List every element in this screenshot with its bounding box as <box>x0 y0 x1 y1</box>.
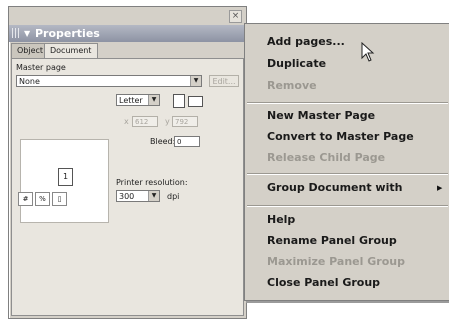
chevron-down-icon: ▼ <box>190 76 201 86</box>
menu-item-release-child-page[interactable]: Release Child Page <box>267 151 385 164</box>
bleed-label: Bleed: <box>150 137 176 146</box>
page-size-select[interactable]: Letter ▼ <box>116 94 160 106</box>
bleed-field[interactable]: 0 <box>174 136 200 147</box>
resolution-select[interactable]: 300 ▼ <box>116 190 160 202</box>
page-numbering-icon[interactable]: # <box>18 192 33 206</box>
master-page-select[interactable]: None ▼ <box>16 75 202 87</box>
page-icon[interactable]: ▯ <box>52 192 67 206</box>
collapse-arrow-icon[interactable]: ▼ <box>24 25 30 42</box>
menu-item-new-master-page[interactable]: New Master Page <box>267 109 375 122</box>
submenu-arrow-icon: ▶ <box>437 184 443 192</box>
tab-document[interactable]: Document <box>44 43 98 59</box>
document-tab-content: Master page None ▼ Edit... 1 Letter ▼ x … <box>11 58 244 316</box>
menu-separator <box>247 102 448 104</box>
chevron-down-icon: ▼ <box>148 95 159 105</box>
menu-item-maximize-panel-group[interactable]: Maximize Panel Group <box>267 255 405 268</box>
menu-item-convert-to-master-page[interactable]: Convert to Master Page <box>267 130 414 143</box>
master-page-value: None <box>19 77 40 86</box>
edit-button[interactable]: Edit... <box>209 75 239 87</box>
panel-options-menu: Add pages... Duplicate Remove New Master… <box>244 23 449 301</box>
menu-item-duplicate[interactable]: Duplicate <box>267 57 326 70</box>
menu-separator <box>247 205 448 207</box>
width-label: x <box>124 117 129 126</box>
chevron-down-icon: ▼ <box>148 191 159 201</box>
mouse-cursor-icon <box>361 42 375 62</box>
landscape-orientation-icon[interactable] <box>188 96 203 107</box>
page-link-icon[interactable]: % <box>35 192 50 206</box>
panel-titlebar[interactable]: ▼ Properties <box>9 25 246 42</box>
menu-item-rename-panel-group[interactable]: Rename Panel Group <box>267 234 397 247</box>
menu-separator <box>247 173 448 175</box>
master-page-label: Master page <box>16 63 66 72</box>
properties-panel: × ▼ Properties Object Document Master pa… <box>8 6 247 319</box>
page-size-value: Letter <box>119 96 143 105</box>
menu-item-group-document-with[interactable]: Group Document with <box>267 181 402 194</box>
menu-item-add-pages[interactable]: Add pages... <box>267 35 345 48</box>
portrait-orientation-icon[interactable] <box>173 94 185 108</box>
menu-item-close-panel-group[interactable]: Close Panel Group <box>267 276 380 289</box>
close-icon[interactable]: × <box>229 10 242 23</box>
dpi-label: dpi <box>167 192 180 201</box>
height-label: y <box>165 117 170 126</box>
panel-title: Properties <box>35 27 100 40</box>
panel-top-bar: × <box>9 7 246 25</box>
resolution-value: 300 <box>119 192 135 201</box>
height-field[interactable]: 792 <box>172 116 198 127</box>
printer-resolution-label: Printer resolution: <box>116 178 188 187</box>
page-thumbnail: 1 <box>58 168 73 186</box>
menu-item-help[interactable]: Help <box>267 213 295 226</box>
menu-item-remove[interactable]: Remove <box>267 79 317 92</box>
grip-icon[interactable] <box>12 28 20 38</box>
page-preview: 1 <box>20 139 109 223</box>
width-field[interactable]: 612 <box>132 116 158 127</box>
